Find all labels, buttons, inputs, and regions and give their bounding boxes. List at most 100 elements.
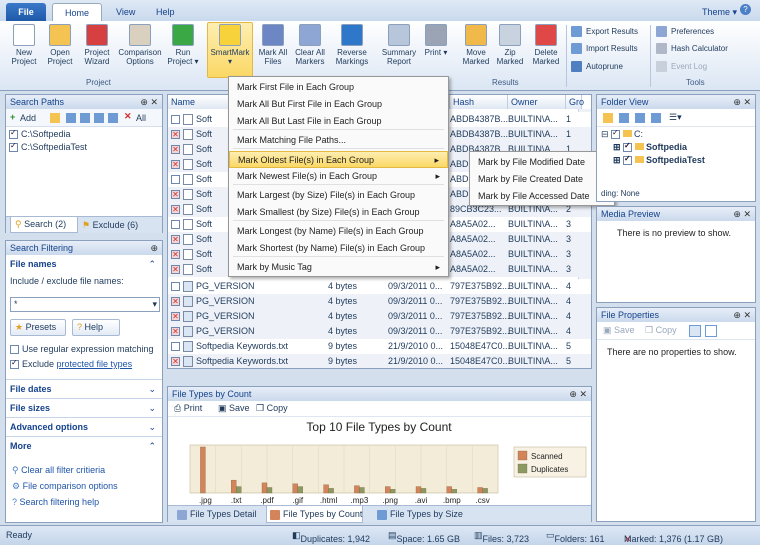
regex-option[interactable]: Use regular expression matching — [10, 344, 154, 355]
open-project-button[interactable]: Open Project — [42, 24, 78, 66]
expand-icon[interactable] — [635, 113, 645, 123]
refresh-icon[interactable] — [619, 113, 629, 123]
export-results-button[interactable]: Export Results — [571, 25, 638, 39]
row-checkbox[interactable]: ✕ — [171, 190, 180, 199]
move-marked-button[interactable]: Move Marked — [458, 24, 494, 66]
table-row[interactable]: ✕ PG_VERSION 4 bytes 09/3/2011 0... 797E375B… — [168, 309, 591, 324]
theme-menu[interactable]: Theme ▾ — [692, 3, 747, 21]
smartmark-menu-item[interactable]: Mark Smallest (by Size) File(s) in Each … — [229, 204, 448, 221]
import-results-button[interactable]: Import Results — [571, 42, 638, 56]
pin-close-icon[interactable]: ⊕ ✕ — [733, 207, 751, 221]
smartmark-menu-item[interactable]: Mark All But First File in Each Group — [229, 96, 448, 113]
comparison-options-button[interactable]: Comparison Options — [114, 24, 166, 66]
row-checkbox[interactable] — [171, 342, 180, 351]
move-top-icon[interactable] — [80, 113, 90, 123]
submenu-created-date[interactable]: Mark by File Created Date — [470, 171, 614, 188]
column-group[interactable]: Gro — [566, 95, 584, 109]
regex-checkbox[interactable] — [10, 345, 19, 355]
path-checkbox[interactable] — [9, 128, 18, 140]
row-checkbox[interactable] — [171, 282, 180, 291]
add-path-button[interactable]: Add — [20, 113, 36, 123]
smartmark-menu-item[interactable]: Mark by Music Tag ▸ — [229, 259, 448, 276]
folder-icon[interactable] — [603, 113, 613, 123]
sort-az-icon[interactable] — [705, 325, 717, 337]
exclude-protected-checkbox[interactable] — [10, 358, 19, 370]
row-checkbox[interactable]: ✕ — [171, 130, 180, 139]
row-checkbox[interactable] — [171, 115, 180, 124]
submenu-modified-date[interactable]: Mark by File Modified Date — [470, 154, 614, 171]
project-wizard-button[interactable]: Project Wizard — [80, 24, 114, 66]
smartmark-menu-item[interactable]: Mark Longest (by Name) File(s) in Each G… — [229, 223, 448, 240]
smartmark-menu-item[interactable]: Mark Matching File Paths... — [229, 132, 448, 149]
row-checkbox[interactable]: ✕ — [171, 357, 180, 366]
smartmark-menu-item[interactable]: Mark Shortest (by Name) File(s) in Each … — [229, 240, 448, 257]
preferences-button[interactable]: Preferences — [656, 25, 714, 39]
table-row[interactable]: PG_VERSION 4 bytes 09/3/2011 0... 797E375B9… — [168, 279, 591, 294]
list-options-icon[interactable]: ☰▾ — [669, 112, 682, 123]
comparison-options-link[interactable]: ⚙ File comparison options — [12, 481, 118, 492]
row-checkbox[interactable]: ✕ — [171, 250, 180, 259]
pin-close-icon[interactable]: ⊕ ✕ — [569, 387, 587, 401]
filtering-help-link[interactable]: ? Search filtering help — [12, 497, 99, 507]
move-bottom-icon[interactable] — [108, 113, 118, 123]
print-button[interactable]: Print ▾ — [420, 24, 452, 57]
row-checkbox[interactable]: ✕ — [171, 312, 180, 321]
row-checkbox[interactable] — [171, 220, 180, 229]
presets-button[interactable]: ★ Presets — [10, 319, 66, 336]
tree-checkbox[interactable] — [611, 128, 621, 140]
event-log-button[interactable]: Event Log — [656, 60, 707, 74]
table-row[interactable]: ✕ PG_VERSION 4 bytes 09/3/2011 0... 797E375B… — [168, 294, 591, 309]
row-checkbox[interactable]: ✕ — [171, 160, 180, 169]
column-hash[interactable]: Hash — [450, 95, 508, 109]
pin-icon[interactable]: ⊕ — [150, 241, 158, 255]
tree-checkbox[interactable] — [623, 154, 633, 166]
tab-exclude[interactable]: ⚑ Exclude (6) — [82, 218, 138, 233]
zip-marked-button[interactable]: Zip Marked — [494, 24, 526, 66]
autoprune-button[interactable]: Autoprune — [571, 60, 623, 74]
folder-icon[interactable] — [50, 113, 60, 123]
tab-file-types-by-count[interactable]: File Types by Count — [266, 506, 364, 523]
smartmark-menu-item[interactable]: Mark All But Last File in Each Group — [229, 113, 448, 130]
tree-root[interactable]: ⊟ C: — [601, 128, 751, 142]
table-row[interactable]: ✕ Softpedia Keywords.txt 9 bytes 21/9/2010 … — [168, 354, 591, 368]
properties-save-button[interactable]: ▣ Save — [603, 325, 635, 336]
clear-filter-link[interactable]: ⚲ Clear all filter critieria — [12, 465, 105, 476]
submenu-accessed-date[interactable]: Mark by File Accessed Date — [470, 188, 614, 205]
new-project-button[interactable]: New Project — [6, 24, 42, 66]
tab-file-types-detail[interactable]: File Types Detail — [174, 506, 256, 523]
more-group[interactable]: More ⌃ — [6, 436, 162, 455]
smartmark-menu-item[interactable]: Mark Newest File(s) in Each Group ▸ — [229, 168, 448, 185]
file-names-group[interactable]: File names ⌃ — [6, 255, 162, 274]
row-checkbox[interactable] — [171, 175, 180, 184]
tab-view[interactable]: View — [106, 3, 145, 21]
reverse-markings-button[interactable]: Reverse Markings — [330, 24, 374, 66]
path-item[interactable]: C:\SoftpediaTest — [9, 141, 159, 155]
file-sizes-group[interactable]: File sizes ⌄ — [6, 398, 162, 417]
run-project-button[interactable]: Run Project ▾ — [166, 24, 200, 66]
remove-icon[interactable]: ✕ — [124, 111, 132, 122]
delete-marked-button[interactable]: Delete Marked — [528, 24, 564, 66]
row-checkbox[interactable]: ✕ — [171, 265, 180, 274]
row-checkbox[interactable]: ✕ — [171, 145, 180, 154]
tab-home[interactable]: Home — [52, 3, 102, 21]
tab-help[interactable]: Help — [146, 3, 185, 21]
smartmark-menu-item[interactable]: Mark Oldest File(s) in Each Group ▸ — [229, 151, 448, 168]
exclude-protected-option[interactable]: Exclude protected file types — [10, 358, 132, 370]
smartmark-menu-item[interactable]: Mark First File in Each Group — [229, 79, 448, 96]
tree-checkbox[interactable] — [623, 141, 633, 153]
help-icon[interactable]: ? — [740, 4, 751, 15]
advanced-options-group[interactable]: Advanced options ⌄ — [6, 417, 162, 436]
smartmark-button[interactable]: SmartMark ▾ — [208, 24, 252, 66]
hash-calculator-button[interactable]: Hash Calculator — [656, 42, 728, 56]
smartmark-menu-item[interactable]: Mark Largest (by Size) File(s) in Each G… — [229, 187, 448, 204]
clear-all-markers-button[interactable]: Clear All Markers — [291, 24, 329, 66]
tab-search[interactable]: ⚲ Search (2) — [10, 217, 78, 233]
dropdown-arrow-icon[interactable]: ▾ — [152, 298, 157, 311]
column-owner[interactable]: Owner — [508, 95, 566, 109]
table-row[interactable]: Softpedia Keywords.txt 9 bytes 21/9/2010 0… — [168, 339, 591, 354]
pin-close-icon[interactable]: ⊕ ✕ — [140, 95, 158, 109]
categorized-icon[interactable] — [689, 325, 701, 337]
move-down-icon[interactable] — [94, 113, 104, 123]
summary-report-button[interactable]: Summary Report — [378, 24, 420, 66]
path-checkbox[interactable] — [9, 141, 18, 153]
